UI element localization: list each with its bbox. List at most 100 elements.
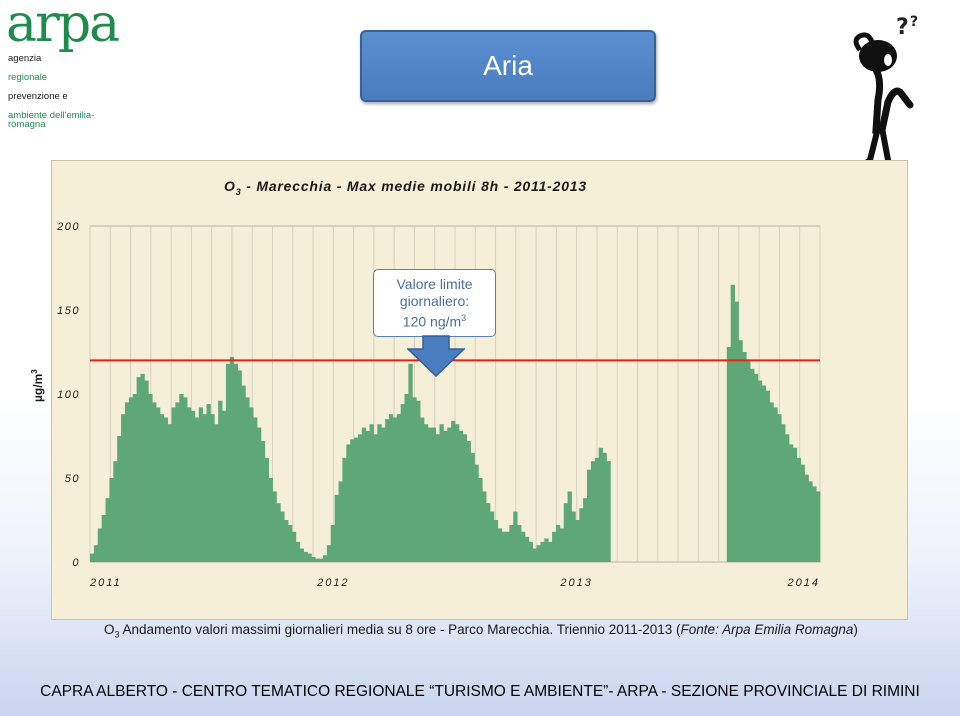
data-bar xyxy=(443,430,448,562)
data-bar xyxy=(365,430,370,562)
data-bar xyxy=(194,417,200,562)
data-bar xyxy=(202,414,207,562)
data-bar xyxy=(602,452,607,562)
x-tick-labels: 2011 2012 2013 2014 xyxy=(89,577,818,589)
data-bar xyxy=(369,424,374,562)
data-bar xyxy=(528,541,534,562)
data-bar xyxy=(555,525,561,562)
data-bar xyxy=(458,430,464,562)
data-bar xyxy=(812,486,817,562)
data-bar xyxy=(532,548,537,562)
data-bar xyxy=(400,404,405,562)
data-bar xyxy=(322,555,328,562)
data-bar xyxy=(544,538,549,562)
data-bar xyxy=(388,414,394,562)
data-bar xyxy=(291,531,297,562)
data-bar xyxy=(354,437,359,562)
data-bar xyxy=(540,541,545,562)
data-bar xyxy=(175,402,180,562)
data-bar xyxy=(769,402,774,562)
data-bar xyxy=(326,545,332,562)
data-bar xyxy=(299,548,304,562)
data-bar xyxy=(738,340,743,562)
data-bar xyxy=(726,346,732,562)
data-bar xyxy=(183,397,188,562)
data-bar xyxy=(338,481,343,562)
data-bar xyxy=(489,511,495,562)
data-bar xyxy=(144,380,149,562)
data-bar xyxy=(357,434,363,562)
data-bar xyxy=(590,461,596,562)
data-bar xyxy=(361,427,367,562)
data-bar xyxy=(284,520,289,562)
y-tick-label: 50 xyxy=(65,473,80,485)
down-arrow-icon xyxy=(407,335,465,377)
data-bar xyxy=(171,407,176,562)
data-bar xyxy=(486,503,491,562)
x-tick-label: 2011 xyxy=(89,577,122,589)
x-tick-label: 2012 xyxy=(316,577,349,589)
data-bar xyxy=(342,457,347,562)
data-bar xyxy=(482,491,487,562)
data-bar xyxy=(295,541,301,562)
data-bar xyxy=(124,402,130,562)
data-bar xyxy=(559,528,565,562)
data-bar xyxy=(447,427,452,562)
y-tick-label: 0 xyxy=(72,557,80,569)
data-bar xyxy=(93,545,99,562)
data-bar xyxy=(179,394,184,562)
data-bar xyxy=(536,545,541,562)
data-bar xyxy=(575,520,580,562)
data-bar xyxy=(474,464,479,562)
data-bar xyxy=(117,436,122,562)
ozone-bar-chart: 0 50 100 150 200 2011 2012 2013 2014 µg/m3 xyxy=(30,221,821,589)
data-bar xyxy=(229,357,235,562)
y-tick-label: 100 xyxy=(57,389,80,401)
data-bar xyxy=(509,525,514,562)
data-bar xyxy=(253,417,258,562)
data-bar xyxy=(315,558,320,562)
data-bar xyxy=(804,474,809,562)
data-bar xyxy=(435,434,440,562)
data-bar xyxy=(548,541,553,562)
data-bar xyxy=(796,457,801,562)
data-bar xyxy=(773,407,778,562)
data-bar xyxy=(105,498,110,562)
data-bar xyxy=(198,407,204,562)
data-bar xyxy=(140,373,145,562)
data-bar xyxy=(260,441,266,562)
y-tick-label: 150 xyxy=(57,305,80,317)
data-bar xyxy=(237,370,242,562)
data-bar xyxy=(777,414,782,562)
data-bar xyxy=(136,377,141,562)
data-bar xyxy=(404,394,409,562)
data-bar xyxy=(187,407,192,562)
data-bar xyxy=(132,394,137,562)
data-bar xyxy=(493,520,499,562)
data-bar xyxy=(800,464,805,562)
data-bar xyxy=(385,419,390,562)
data-bar xyxy=(563,503,569,562)
data-bar xyxy=(288,525,293,562)
data-bar xyxy=(319,558,324,562)
data-bar xyxy=(373,434,378,562)
data-bar xyxy=(808,481,813,562)
data-bar xyxy=(113,461,118,562)
callout-line-2: giornaliero: xyxy=(399,293,470,309)
data-bar xyxy=(451,420,456,562)
data-bar xyxy=(513,511,518,562)
data-bar xyxy=(478,478,483,562)
data-bar xyxy=(598,447,603,562)
data-bar xyxy=(280,511,285,562)
data-bar xyxy=(264,457,270,562)
data-bar xyxy=(521,531,526,562)
data-bar xyxy=(750,368,755,562)
data-bar xyxy=(268,478,273,562)
data-bar xyxy=(757,380,763,562)
data-bar xyxy=(785,434,790,562)
data-bar xyxy=(753,373,759,562)
data-bar xyxy=(579,508,584,562)
data-bar xyxy=(734,301,739,562)
data-bar xyxy=(431,427,436,562)
data-bar xyxy=(505,531,510,562)
